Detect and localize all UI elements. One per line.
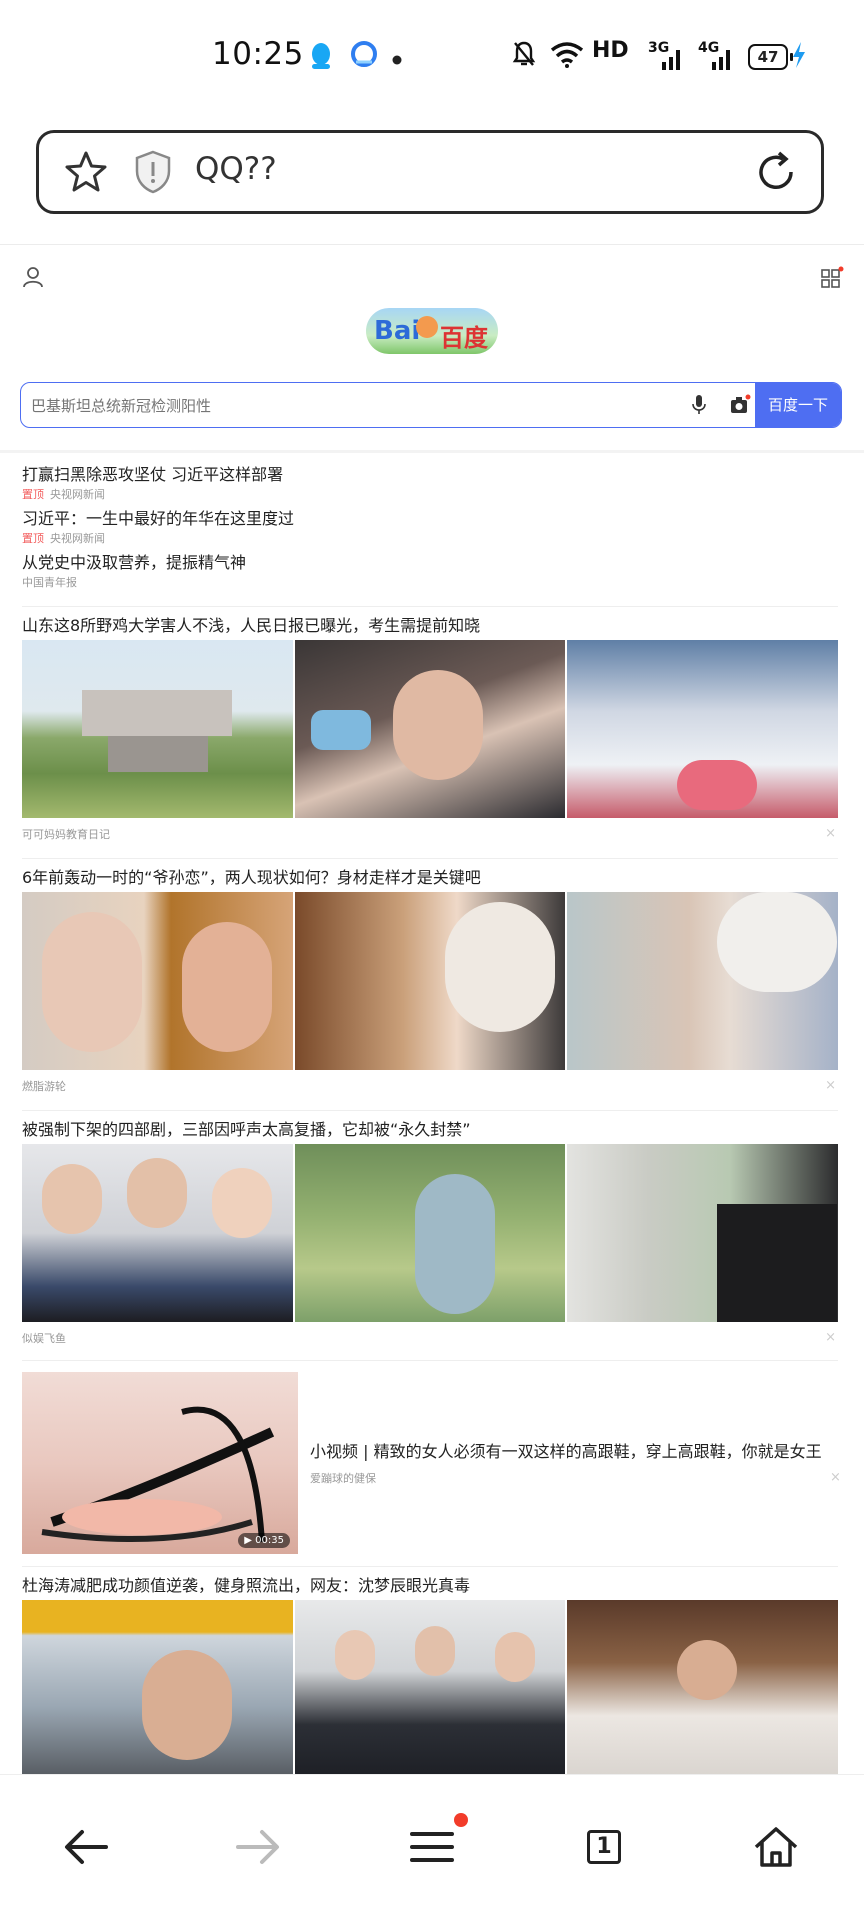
camera-search-icon[interactable] bbox=[729, 394, 751, 420]
arrow-left-icon bbox=[65, 1830, 108, 1864]
network-hd-label: HD bbox=[592, 38, 629, 63]
hot-news-item[interactable]: 从党史中汲取营养，提振精气神 中国青年报 bbox=[22, 550, 842, 594]
divider bbox=[22, 606, 838, 607]
divider bbox=[22, 1566, 838, 1567]
forward-button[interactable] bbox=[222, 1811, 294, 1883]
feed-image-drama-cast[interactable] bbox=[22, 1144, 293, 1322]
browser-icon bbox=[350, 40, 378, 72]
feed-item[interactable]: 被强制下架的四部剧，三部因呼声太高复播，它却被“永久封禁” 似娱飞鱼 × bbox=[22, 1118, 839, 1345]
tabs-count-icon: 1 bbox=[587, 1830, 621, 1864]
baidu-logo-text-right: 百度 bbox=[440, 324, 488, 352]
divider bbox=[22, 1360, 838, 1361]
feed-title[interactable]: 6年前轰动一时的“爷孙恋”，两人现状如何？身材走样才是关键吧 bbox=[22, 866, 838, 890]
feed-item[interactable]: 6年前轰动一时的“爷孙恋”，两人现状如何？身材走样才是关键吧 燃脂游轮 × bbox=[22, 866, 839, 1093]
charging-bolt-icon bbox=[792, 42, 806, 72]
feed-image-costume-drama[interactable] bbox=[294, 1144, 566, 1322]
feed-image-group-photo[interactable] bbox=[294, 1600, 566, 1778]
feed-source-text: 可可妈妈教育日记 bbox=[22, 828, 110, 841]
feed-image-students-crying[interactable] bbox=[294, 640, 566, 818]
hot-news-title[interactable]: 从党史中汲取营养，提振精气神 bbox=[22, 550, 842, 576]
hot-news-source: 央视网新闻 bbox=[50, 488, 105, 501]
close-icon[interactable]: × bbox=[825, 1330, 836, 1345]
tabs-count: 1 bbox=[596, 1834, 612, 1859]
doodle-sun-icon bbox=[416, 316, 438, 338]
menu-button[interactable] bbox=[396, 1811, 468, 1883]
notification-dot-icon bbox=[392, 50, 402, 69]
qq-icon bbox=[308, 40, 334, 74]
video-thumbnail[interactable]: ▶ 00:35 bbox=[22, 1372, 298, 1554]
feed-image-couple-1[interactable] bbox=[22, 892, 293, 1070]
search-input[interactable] bbox=[29, 383, 673, 427]
user-icon[interactable] bbox=[22, 266, 44, 292]
battery-indicator: 47 bbox=[748, 44, 793, 70]
divider bbox=[0, 450, 864, 453]
feed-source-text: 燃脂游轮 bbox=[22, 1080, 66, 1093]
reload-icon[interactable] bbox=[753, 149, 799, 199]
divider bbox=[22, 858, 838, 859]
baidu-logo[interactable]: Bai 百度 bbox=[366, 308, 498, 354]
pinned-tag: 置顶 bbox=[22, 532, 44, 545]
divider bbox=[22, 1110, 838, 1111]
signal-bars-2-icon bbox=[700, 46, 734, 74]
menu-notification-dot bbox=[454, 1813, 468, 1827]
wifi-icon bbox=[550, 40, 584, 72]
feed-images[interactable] bbox=[22, 892, 839, 1070]
close-icon[interactable]: × bbox=[825, 1078, 836, 1093]
feed-images[interactable] bbox=[22, 640, 839, 818]
hot-news-title[interactable]: 习近平：一生中最好的年华在这里度过 bbox=[22, 506, 842, 532]
bottom-navigation-bar: 1 bbox=[0, 1774, 864, 1921]
hot-news-source: 中国青年报 bbox=[22, 576, 77, 589]
feed-item[interactable]: 山东这8所野鸡大学害人不浅，人民日报已曝光，考生需提前知晓 可可妈妈教育日记 × bbox=[22, 614, 839, 841]
home-icon bbox=[754, 1827, 798, 1867]
feed-source: 似娱飞鱼 × bbox=[22, 1330, 838, 1345]
close-icon[interactable]: × bbox=[825, 826, 836, 841]
search-submit-button[interactable]: 百度一下 bbox=[755, 383, 841, 427]
hot-news-source: 央视网新闻 bbox=[50, 532, 105, 545]
signal-bars-icon bbox=[650, 46, 684, 74]
feed-image-two-men[interactable] bbox=[567, 1144, 839, 1322]
close-icon[interactable]: × bbox=[830, 1470, 841, 1485]
feed-image-couple-3[interactable] bbox=[567, 892, 839, 1070]
baidu-search-box[interactable]: 百度一下 bbox=[20, 382, 842, 428]
mute-bell-icon bbox=[512, 40, 536, 72]
video-title[interactable]: 小视频 | 精致的女人必须有一双这样的高跟鞋，穿上高跟鞋，你就是女王 bbox=[310, 1438, 830, 1462]
feed-image-bedroom[interactable] bbox=[567, 1600, 839, 1778]
arrow-right-icon bbox=[236, 1830, 279, 1864]
feed-image-campus[interactable] bbox=[22, 640, 293, 818]
address-bar[interactable]: QQ?? bbox=[36, 130, 824, 214]
video-duration-text: 00:35 bbox=[255, 1535, 284, 1546]
feed-title[interactable]: 山东这8所野鸡大学害人不浅，人民日报已曝光，考生需提前知晓 bbox=[22, 614, 838, 638]
hot-news-list: 打赢扫黑除恶攻坚仗 习近平这样部署 置顶 央视网新闻 习近平：一生中最好的年华在这… bbox=[22, 462, 842, 594]
feed-image-couple-2[interactable] bbox=[294, 892, 566, 1070]
hot-news-title[interactable]: 打赢扫黑除恶攻坚仗 习近平这样部署 bbox=[22, 462, 842, 488]
hot-news-item[interactable]: 打赢扫黑除恶攻坚仗 习近平这样部署 置顶 央视网新闻 bbox=[22, 462, 842, 506]
tabs-button[interactable]: 1 bbox=[568, 1811, 640, 1883]
divider bbox=[0, 244, 864, 245]
video-source: 爱蹦球的健保 bbox=[310, 1472, 376, 1485]
hot-news-item[interactable]: 习近平：一生中最好的年华在这里度过 置顶 央视网新闻 bbox=[22, 506, 842, 550]
feed-images[interactable] bbox=[22, 1600, 839, 1778]
hamburger-menu-icon bbox=[410, 1832, 454, 1862]
feed-title[interactable]: 被强制下架的四部剧，三部因呼声太高复播，它却被“永久封禁” bbox=[22, 1118, 838, 1142]
feed-image-classroom[interactable] bbox=[567, 640, 839, 818]
feed-source: 可可妈妈教育日记 × bbox=[22, 826, 838, 841]
feed-item[interactable]: 杜海涛减肥成功颜值逆袭，健身照流出，网友：沈梦辰眼光真毒 bbox=[22, 1574, 839, 1778]
apps-grid-icon[interactable] bbox=[820, 266, 844, 294]
baidu-logo-text-left: Bai bbox=[374, 316, 421, 346]
feed-images[interactable] bbox=[22, 1144, 839, 1322]
feed-source-text: 似娱飞鱼 bbox=[22, 1332, 66, 1345]
feed-title[interactable]: 杜海涛减肥成功颜值逆袭，健身照流出，网友：沈梦辰眼光真毒 bbox=[22, 1574, 838, 1598]
voice-search-icon[interactable] bbox=[691, 394, 707, 420]
security-shield-icon[interactable] bbox=[133, 149, 173, 199]
status-bar: 10:25 HD 3G 4G 47 bbox=[0, 0, 864, 110]
status-time: 10:25 bbox=[212, 36, 304, 72]
video-duration: ▶ 00:35 bbox=[238, 1533, 290, 1548]
url-text[interactable]: QQ?? bbox=[195, 151, 277, 187]
back-button[interactable] bbox=[50, 1811, 122, 1883]
home-button[interactable] bbox=[740, 1811, 812, 1883]
pinned-tag: 置顶 bbox=[22, 488, 44, 501]
bookmark-star-icon[interactable] bbox=[63, 149, 109, 199]
feed-source: 燃脂游轮 × bbox=[22, 1078, 838, 1093]
feed-image-fitness[interactable] bbox=[22, 1600, 293, 1778]
